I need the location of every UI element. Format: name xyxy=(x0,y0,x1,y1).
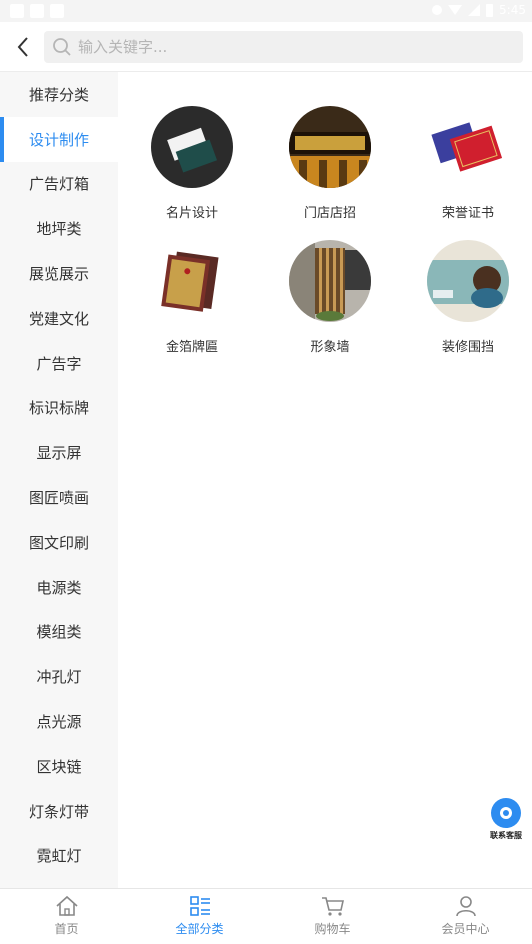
contact-service-label: 联系客服 xyxy=(490,831,522,840)
sidebar-item-label: 标识标牌 xyxy=(28,399,89,418)
notification-icon xyxy=(10,4,24,18)
header xyxy=(0,22,532,72)
storefront-sign-image xyxy=(289,106,371,188)
sidebar-item-label: 显示屏 xyxy=(36,444,82,463)
tab-label: 首页 xyxy=(54,922,79,936)
chevron-left-icon xyxy=(17,37,28,57)
subcategory-label: 金箔牌匾 xyxy=(165,340,218,355)
tab-home[interactable]: 首页 xyxy=(0,889,133,944)
notification-icon xyxy=(30,4,44,18)
subcategory-item[interactable]: 门店店招 xyxy=(268,106,392,240)
sidebar-item-label: 灯条灯带 xyxy=(28,802,89,821)
sidebar-item-signage[interactable]: 标识标牌 xyxy=(0,386,118,431)
business-card-image xyxy=(151,106,233,188)
back-button[interactable] xyxy=(10,33,36,61)
sidebar-item-label: 区块链 xyxy=(36,757,82,776)
certificate-image xyxy=(427,106,509,188)
sidebar-item-point-light[interactable]: 点光源 xyxy=(0,699,118,744)
battery-icon xyxy=(486,3,494,17)
status-time: 5:45 xyxy=(499,3,526,17)
tab-member-center[interactable]: 会员中心 xyxy=(399,889,532,944)
category-sidebar: 推荐分类 设计制作 广告灯箱 地坪类 展览展示 党建文化 广告字 标识标牌 显示… xyxy=(0,72,118,888)
customer-service-icon xyxy=(491,798,521,828)
sidebar-item-label: 推荐分类 xyxy=(28,85,89,104)
subcategory-label: 形象墙 xyxy=(310,340,350,355)
status-notifications xyxy=(10,4,64,18)
search-input[interactable] xyxy=(78,38,498,56)
sidebar-item-ad-letters[interactable]: 广告字 xyxy=(0,341,118,386)
tab-label: 会员中心 xyxy=(441,922,490,936)
sidebar-item-spray-print[interactable]: 图匠喷画 xyxy=(0,475,118,520)
sidebar-item-recommended[interactable]: 推荐分类 xyxy=(0,72,118,117)
sidebar-item-label: 广告灯箱 xyxy=(28,175,89,194)
notification-icon xyxy=(50,4,64,18)
sidebar-item-label: 图匠喷画 xyxy=(28,489,89,508)
sidebar-item-label: 冲孔灯 xyxy=(36,668,82,687)
tab-label: 全部分类 xyxy=(175,922,224,936)
bottom-tab-bar: 首页 全部分类 购物车 会员中心 xyxy=(0,888,532,944)
sidebar-item-label: 地坪类 xyxy=(36,220,82,239)
subcategory-label: 名片设计 xyxy=(165,206,218,221)
user-icon xyxy=(455,896,476,917)
wifi-icon xyxy=(448,5,463,15)
home-icon xyxy=(55,895,78,916)
subcategory-label: 门店店招 xyxy=(303,206,356,221)
contact-service-button[interactable]: 联系客服 xyxy=(488,798,524,841)
subcategory-item[interactable]: 荣誉证书 xyxy=(406,106,530,240)
renovation-hoarding-image xyxy=(427,240,509,322)
status-indicators: 5:45 xyxy=(432,3,526,17)
category-icon xyxy=(189,896,210,916)
subcategory-item[interactable]: 名片设计 xyxy=(130,106,254,240)
sidebar-item-label: 霓虹灯 xyxy=(36,847,82,866)
image-wall-image xyxy=(289,240,371,322)
subcategory-label: 荣誉证书 xyxy=(441,206,494,221)
sidebar-item-lightbox[interactable]: 广告灯箱 xyxy=(0,162,118,207)
subcategory-item[interactable]: 形象墙 xyxy=(268,240,392,374)
status-bar: 5:45 xyxy=(0,0,532,22)
tab-cart[interactable]: 购物车 xyxy=(266,889,399,944)
subcategory-item[interactable]: 金箔牌匾 xyxy=(130,240,254,374)
tab-label: 购物车 xyxy=(314,922,351,936)
sidebar-item-label: 党建文化 xyxy=(28,309,89,328)
category-content: 名片设计 门店店招 荣誉证书 金箔牌匾 形象墙 装修围挡 xyxy=(118,72,532,888)
sidebar-item-floor[interactable]: 地坪类 xyxy=(0,206,118,251)
sidebar-item-label: 点光源 xyxy=(36,713,82,732)
sidebar-item-neon[interactable]: 霓虹灯 xyxy=(0,834,118,879)
sidebar-item-printing[interactable]: 图文印刷 xyxy=(0,520,118,565)
sidebar-item-design[interactable]: 设计制作 xyxy=(0,116,118,162)
subcategory-label: 装修围挡 xyxy=(441,340,494,355)
sidebar-item-label: 模组类 xyxy=(36,623,82,642)
subcategory-item[interactable]: 装修围挡 xyxy=(406,240,530,374)
subcategory-grid: 名片设计 门店店招 荣誉证书 金箔牌匾 形象墙 装修围挡 xyxy=(118,106,532,374)
gold-plaque-image xyxy=(151,240,233,322)
sidebar-item-label: 电源类 xyxy=(36,578,82,597)
sidebar-item-light-strip[interactable]: 灯条灯带 xyxy=(0,789,118,834)
sidebar-item-label: 广告字 xyxy=(36,354,82,373)
sidebar-item-label: 展览展示 xyxy=(28,265,89,284)
sidebar-item-exhibition[interactable]: 展览展示 xyxy=(0,251,118,296)
tab-all-categories[interactable]: 全部分类 xyxy=(133,889,266,944)
sidebar-item-label: 设计制作 xyxy=(28,130,89,149)
search-icon xyxy=(53,38,71,56)
search-box[interactable] xyxy=(44,31,523,63)
cart-icon xyxy=(321,897,344,916)
location-icon xyxy=(432,5,443,15)
sidebar-item-power[interactable]: 电源类 xyxy=(0,565,118,610)
sidebar-item-display[interactable]: 显示屏 xyxy=(0,430,118,475)
sidebar-item-party-culture[interactable]: 党建文化 xyxy=(0,296,118,341)
sidebar-item-punched-light[interactable]: 冲孔灯 xyxy=(0,654,118,699)
sidebar-item-label: 图文印刷 xyxy=(28,533,89,552)
sidebar-item-blockchain[interactable]: 区块链 xyxy=(0,744,118,789)
signal-icon xyxy=(468,4,481,16)
sidebar-item-module[interactable]: 模组类 xyxy=(0,610,118,655)
